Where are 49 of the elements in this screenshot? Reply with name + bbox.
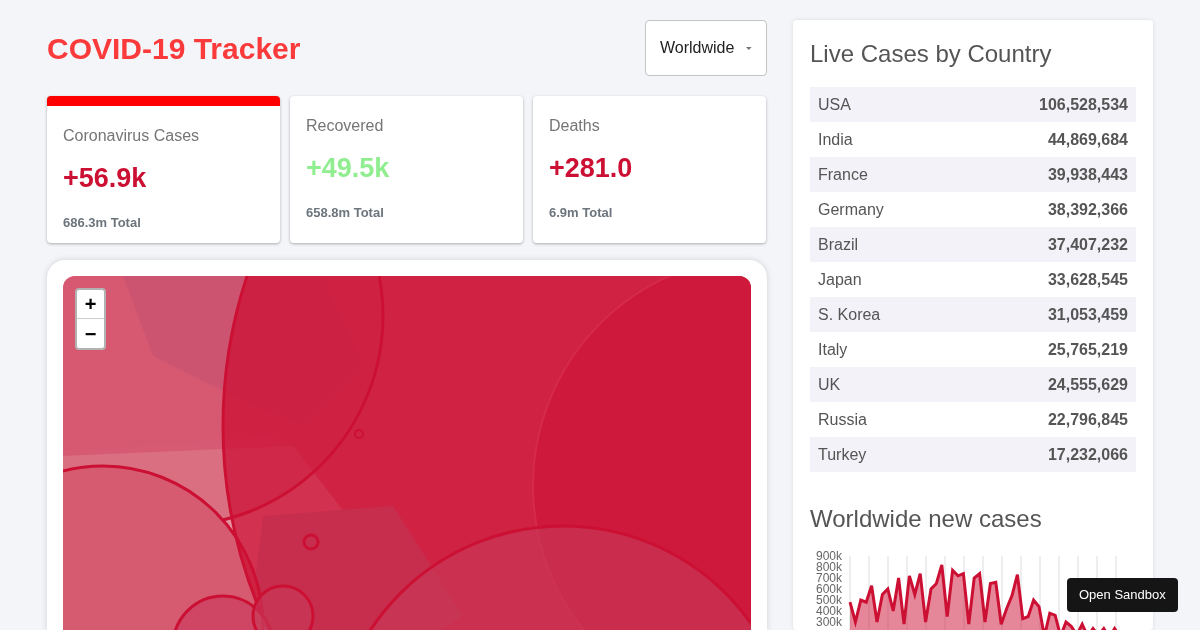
axis-tick-label: 700k [815,571,842,585]
cases-cell-text: 39,938,443 [1047,164,1128,185]
cases-cell-text: 25,765,219 [1047,339,1128,360]
open-sandbox-button[interactable]: Open Sandbox [1067,578,1178,612]
app-title: COVID-19 Tracker [47,30,301,67]
stat-title: Deaths [549,116,601,136]
country-cell-text: Germany [818,199,884,220]
country-cell-text: France [818,164,868,185]
panel-title: Live Cases by Country [810,39,1053,69]
stat-change: +56.9k [63,162,148,195]
cases-cell-text: 24,555,629 [1047,374,1128,395]
cases-cell-text: 31,053,459 [1047,304,1128,325]
country-cell-text: S. Korea [818,304,881,325]
country-cell-text: USA [818,94,851,115]
cases-cell-text: 38,392,366 [1047,199,1128,220]
country-cell-text: Italy [818,339,848,360]
stat-card[interactable]: Recovered +49.5k 658.8m Total [290,96,523,243]
zoom-in-button[interactable]: + [77,290,104,319]
country-cell-text: Russia [818,409,867,430]
axis-tick-label: 500k [815,593,842,607]
cases-cell-text: 22,796,845 [1047,409,1128,430]
stat-change: +281.0 [549,152,634,185]
stat-total: 686.3m Total [63,213,142,232]
stat-card[interactable]: Coronavirus Cases +56.9k 686.3m Total [47,96,280,243]
stat-card[interactable]: Deaths +281.0 6.9m Total [533,96,766,243]
cases-cell-text: 44,869,684 [1047,129,1128,150]
country-cell-text: Japan [818,269,862,290]
country-cell-text: Turkey [818,444,867,465]
caret-icon [746,45,752,51]
stat-change: +49.5k [306,152,391,185]
cases-cell-text: 106,528,534 [1039,94,1128,115]
country-select[interactable]: Worldwide [645,20,767,76]
stat-title: Coronavirus Cases [63,126,201,146]
axis-tick-label: 300k [815,615,842,629]
cases-cell-text: 33,628,545 [1047,269,1128,290]
axis-tick-label: 600k [815,582,842,596]
axis-tick-label: 900k [815,549,842,563]
axis-tick-label: 400k [815,604,842,618]
stat-total: 6.9m Total [549,203,614,222]
cases-cell-text: 37,407,232 [1047,234,1128,255]
country-cell-text: Brazil [818,234,858,255]
stat-title: Recovered [306,116,385,136]
country-cell-text: UK [818,374,841,395]
chart-title: Worldwide new cases [810,504,1043,534]
stat-total: 658.8m Total [306,203,385,222]
axis-tick-label: 800k [815,560,842,574]
cases-cell-text: 17,232,066 [1047,444,1128,465]
zoom-out-button[interactable]: − [77,319,104,348]
country-cell-text: India [818,129,853,150]
